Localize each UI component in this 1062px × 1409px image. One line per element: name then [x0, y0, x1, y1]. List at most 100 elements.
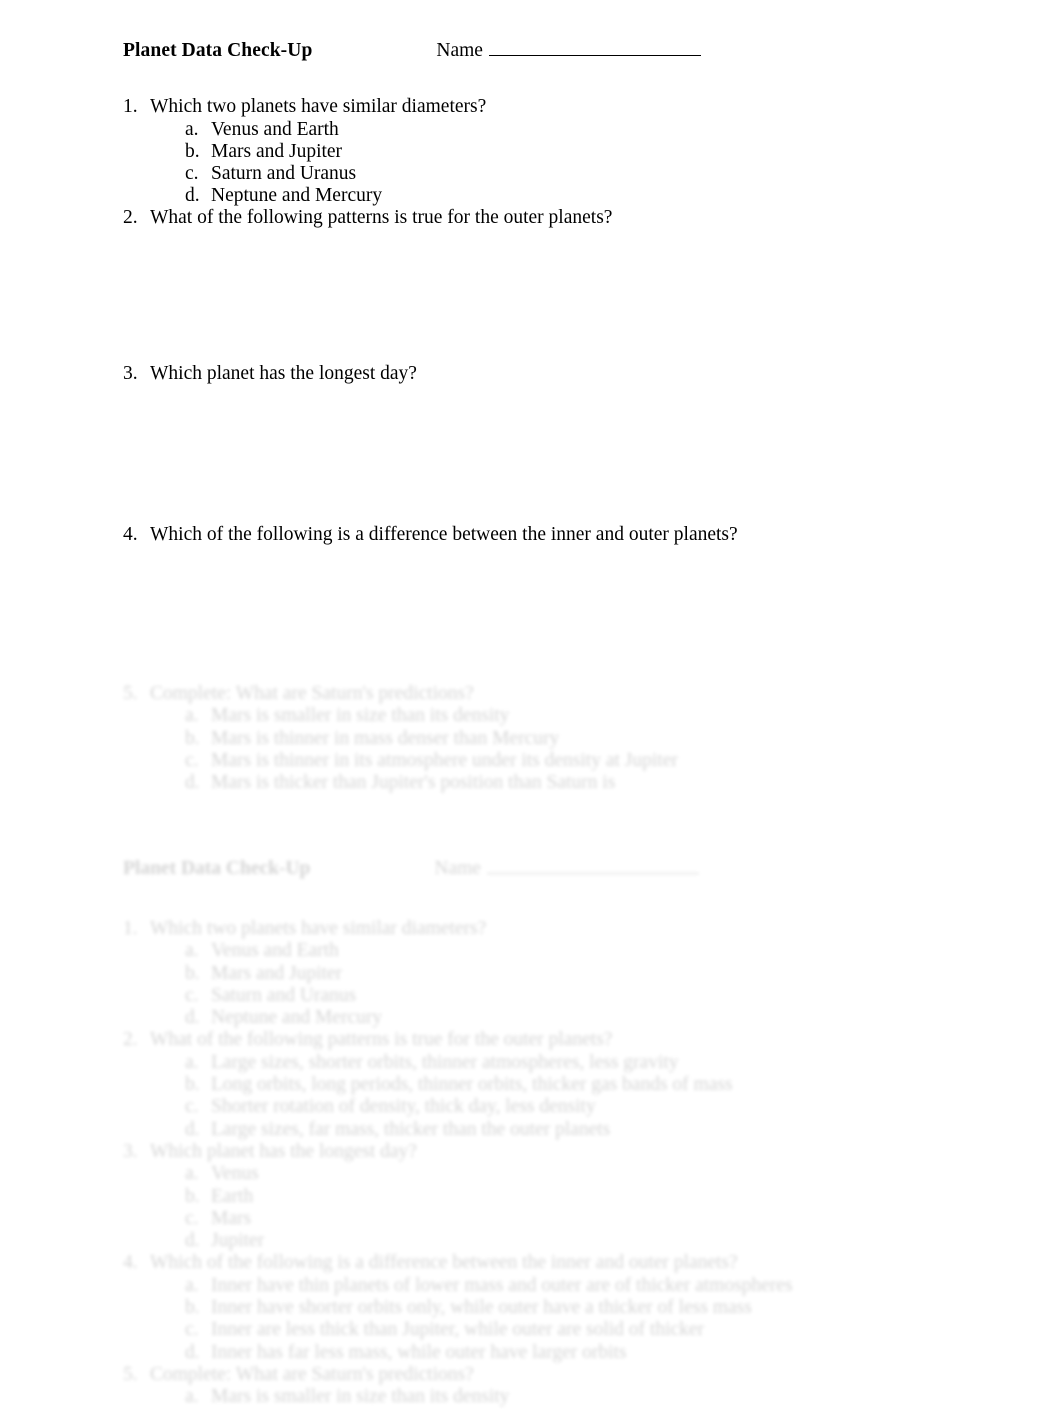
page-title: Planet Data Check-Up [123, 40, 313, 61]
ghost-worksheet-duplicate: Planet Data Check-Up Name 1. Which two p… [123, 858, 1003, 1409]
ghost-option-text: Inner are less thick than Jupiter, while… [211, 1319, 705, 1341]
ghost-option-c: c. Shorter rotation of density, thick da… [185, 1096, 1003, 1118]
ghost-option-d: d. Mars is thicker than Jupiter's positi… [185, 772, 1003, 794]
ghost-option-letter: d. [185, 1230, 200, 1252]
ghost-question-text: Complete: What are Saturn's predictions? [150, 683, 474, 704]
ghost-question-number: 4. [123, 1252, 138, 1274]
ghost-option-letter: a. [185, 940, 199, 962]
ghost-question-1: 1. Which two planets have similar diamet… [123, 918, 1003, 940]
ghost-question-number: 5. [123, 1363, 138, 1385]
ghost-option-text: Inner has far less mass, while outer hav… [211, 1341, 627, 1363]
question-number: 3. [123, 363, 138, 384]
ghost-option-letter: a. [185, 1051, 199, 1073]
ghost-option-text: Mars is smaller in size than its density [211, 705, 510, 727]
ghost-option-b: b. Mars and Jupiter [185, 963, 1003, 985]
ghost-question-5-second: 5. Complete: What are Saturn's predictio… [123, 1364, 1003, 1386]
ghost-question-text: What of the following patterns is true f… [150, 1029, 613, 1051]
option-b[interactable]: b. Mars and Jupiter [185, 141, 983, 163]
ghost-option-letter: b. [185, 962, 200, 984]
ghost-option-letter: c. [185, 984, 199, 1006]
worksheet-page: Planet Data Check-Up Name 1. Which two p… [0, 0, 1062, 1407]
ghost-option-letter: c. [185, 1096, 199, 1118]
ghost-question-text: Complete: What are Saturn's predictions? [150, 1363, 474, 1385]
option-text: Venus and Earth [211, 119, 339, 140]
ghost-option-letter: c. [185, 1319, 199, 1341]
ghost-option-b: b. Long orbits, long periods, thinner or… [185, 1074, 1003, 1096]
question-2: 2. What of the following patterns is tru… [123, 207, 983, 229]
ghost-name-label: Name [434, 858, 481, 879]
ghost-option-text: Shorter rotation of density, thick day, … [211, 1096, 596, 1118]
worksheet-body: Planet Data Check-Up Name 1. Which two p… [123, 40, 983, 546]
ghost-option-text: Mars [211, 1207, 252, 1229]
ghost-question-5-options: a. Mars is smaller in size than its dens… [185, 705, 1003, 794]
option-letter: b. [185, 141, 200, 162]
ghost-option-text: Earth [211, 1185, 254, 1207]
ghost-option-text: Inner have shorter orbits only, while ou… [211, 1297, 752, 1319]
ghost-option-c: c. Inner are less thick than Jupiter, wh… [185, 1319, 1003, 1341]
option-letter: c. [185, 163, 199, 184]
question-3: 3. Which planet has the longest day? [123, 363, 983, 385]
option-letter: a. [185, 119, 199, 140]
ghost-option-d: d. Inner has far less mass, while outer … [185, 1342, 1003, 1364]
document-header: Planet Data Check-Up Name [123, 40, 983, 70]
ghost-option-letter: a. [185, 1163, 199, 1185]
ghost-question-5: 5. Complete: What are Saturn's predictio… [123, 683, 1003, 705]
ghost-question-number: 2. [123, 1029, 138, 1051]
ghost-option-a: a. Mars is smaller in size than its dens… [185, 705, 1003, 727]
question-1-options: a. Venus and Earth b. Mars and Jupiter c… [185, 119, 983, 207]
ghost-option-b: b. Earth [185, 1186, 1003, 1208]
question-1: 1. Which two planets have similar diamet… [123, 96, 983, 118]
ghost-option-letter: d. [185, 1118, 200, 1140]
ghost-question-number: 1. [123, 918, 138, 939]
answer-space-2[interactable] [123, 229, 983, 363]
ghost-document-header: Planet Data Check-Up Name [123, 858, 1003, 888]
ghost-name-input-line [486, 859, 699, 874]
ghost-option-letter: b. [185, 1185, 200, 1207]
ghost-option-b: b. Inner have shorter orbits only, while… [185, 1297, 1003, 1319]
ghost-question-2: 2. What of the following patterns is tru… [123, 1029, 1003, 1051]
answer-space-3[interactable] [123, 385, 983, 524]
ghost-question-text: Which two planets have similar diameters… [150, 918, 487, 939]
question-list: 1. Which two planets have similar diamet… [123, 96, 983, 546]
ghost-option-text: Saturn and Uranus [211, 984, 357, 1006]
ghost-option-text: Neptune and Mercury [211, 1007, 383, 1029]
ghost-option-d: d. Jupiter [185, 1230, 1003, 1252]
ghost-option-c: c. Mars is thinner in its atmosphere und… [185, 750, 1003, 772]
question-number: 2. [123, 207, 138, 228]
ghost-option-c: c. Mars [185, 1208, 1003, 1230]
ghost-question-2-options: a. Large sizes, shorter orbits, thinner … [185, 1052, 1003, 1141]
ghost-option-text: Venus and Earth [211, 940, 339, 962]
ghost-question-number: 3. [123, 1140, 138, 1162]
ghost-option-letter: d. [185, 1341, 200, 1363]
ghost-option-b: b. Mars is thinner in mass denser than M… [185, 728, 1003, 750]
option-a[interactable]: a. Venus and Earth [185, 119, 983, 141]
ghost-option-a: a. Mars is smaller in size than its dens… [185, 1386, 1003, 1408]
question-number: 4. [123, 524, 138, 545]
ghost-question-5-block: 5. Complete: What are Saturn's predictio… [123, 683, 1003, 794]
ghost-question-1-options: a. Venus and Earth b. Mars and Jupiter c… [185, 940, 1003, 1029]
question-text: What of the following patterns is true f… [150, 207, 613, 228]
ghost-option-text: Mars is thinner in its atmosphere under … [211, 749, 678, 771]
ghost-option-text: Mars is thicker than Jupiter's position … [211, 772, 616, 794]
option-letter: d. [185, 185, 200, 206]
option-c[interactable]: c. Saturn and Uranus [185, 163, 983, 185]
ghost-question-3: 3. Which planet has the longest day? [123, 1141, 1003, 1163]
ghost-page-title: Planet Data Check-Up [123, 858, 311, 879]
ghost-option-a: a. Venus and Earth [185, 940, 1003, 962]
ghost-option-text: Mars and Jupiter [211, 962, 343, 984]
option-d[interactable]: d. Neptune and Mercury [185, 185, 983, 207]
ghost-question-number: 5. [123, 683, 138, 704]
ghost-question-text: Which of the following is a difference b… [150, 1252, 738, 1274]
ghost-option-d: d. Large sizes, far mass, thicker than t… [185, 1119, 1003, 1141]
name-field-group: Name [436, 40, 701, 62]
ghost-option-letter: d. [185, 772, 200, 794]
ghost-option-text: Venus [211, 1163, 259, 1185]
ghost-question-5-second-options: a. Mars is smaller in size than its dens… [185, 1386, 1003, 1408]
name-input-line[interactable] [488, 41, 701, 56]
ghost-option-letter: a. [185, 1386, 199, 1408]
ghost-option-d: d. Neptune and Mercury [185, 1007, 1003, 1029]
ghost-option-text: Jupiter [211, 1230, 265, 1252]
ghost-question-text: Which planet has the longest day? [150, 1140, 417, 1162]
ghost-option-letter: d. [185, 1007, 200, 1029]
question-text: Which of the following is a difference b… [150, 524, 738, 545]
